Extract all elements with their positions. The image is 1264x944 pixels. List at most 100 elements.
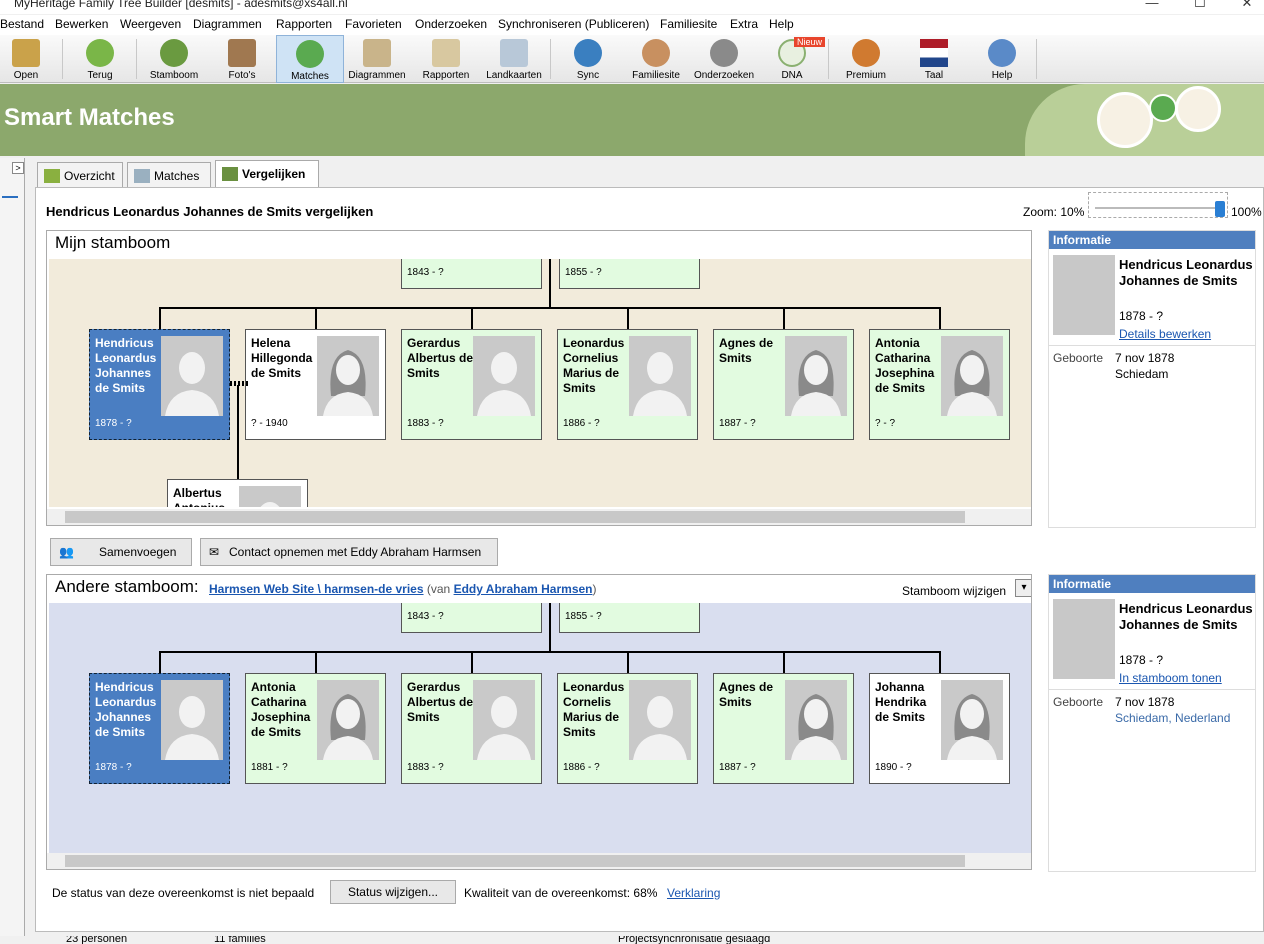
- menu-help[interactable]: Help: [769, 17, 794, 31]
- my-tree-canvas[interactable]: 1843 - ? 1855 - ? Hendricus Leonardus Joha…: [49, 259, 1031, 507]
- show-in-tree-link[interactable]: In stamboom tonen: [1119, 671, 1222, 685]
- menu-extra[interactable]: Extra: [730, 17, 758, 31]
- person-dates: ? - ?: [875, 418, 896, 429]
- person-card[interactable]: Antonia Catharina Josephina de Smits 1881…: [245, 673, 386, 784]
- menu-synchroniseren[interactable]: Synchroniseren (Publiceren): [498, 17, 649, 31]
- menu-weergeven[interactable]: Weergeven: [120, 17, 181, 31]
- menu-bestand[interactable]: Bestand: [0, 17, 44, 31]
- photos-button[interactable]: Foto's: [210, 35, 274, 83]
- parent-dates: 1843 - ?: [407, 611, 444, 622]
- matches-button[interactable]: Matches: [276, 35, 344, 83]
- premium-button[interactable]: Premium: [836, 35, 896, 83]
- change-status-button[interactable]: Status wijzigen...: [330, 880, 456, 904]
- sync-icon: [1149, 94, 1177, 122]
- tab-matches[interactable]: Matches: [127, 162, 211, 188]
- parent-card[interactable]: 1843 - ?: [401, 259, 542, 289]
- diagrams-button[interactable]: Diagrammen: [345, 35, 409, 83]
- matches-icon: [296, 40, 324, 68]
- child-card[interactable]: Albertus Antonius: [167, 479, 308, 507]
- reports-button[interactable]: Rapporten: [414, 35, 478, 83]
- connector-line: [783, 307, 785, 329]
- close-button[interactable]: ✕: [1237, 0, 1257, 11]
- parent-card[interactable]: 1855 - ?: [559, 259, 700, 289]
- person-card[interactable]: Agnes de Smits 1887 - ?: [713, 673, 854, 784]
- sync-status: Projectsynchronisatie geslaagd: [618, 936, 771, 944]
- person-card[interactable]: Leonardus Cornelis Marius de Smits 1886 -…: [557, 673, 698, 784]
- person-silhouette-icon: [941, 680, 1003, 760]
- person-silhouette-icon: [629, 336, 691, 416]
- tab-overzicht[interactable]: Overzicht: [37, 162, 123, 188]
- zoom-max-label: 100%: [1231, 205, 1262, 219]
- tab-vergelijken[interactable]: Vergelijken: [215, 160, 319, 188]
- connector-line: [159, 307, 939, 309]
- other-tree-canvas[interactable]: 1843 - ? 1855 - ? Hendricus Leonardus Joha…: [49, 603, 1031, 853]
- person-dates: 1878 - ?: [95, 762, 132, 773]
- folder-icon: [12, 39, 40, 67]
- zoom-slider-thumb[interactable]: [1215, 201, 1225, 217]
- research-button[interactable]: Onderzoeken: [690, 35, 758, 83]
- menu-diagrammen[interactable]: Diagrammen: [193, 17, 262, 31]
- person-card[interactable]: Helena Hillegonda de Smits ? - 1940: [245, 329, 386, 440]
- person-name: Leonardus Cornelis Marius de Smits: [563, 680, 625, 739]
- menu-rapporten[interactable]: Rapporten: [276, 17, 332, 31]
- vertical-scrollbar[interactable]: [1031, 259, 1032, 509]
- maximize-button[interactable]: ☐: [1190, 0, 1210, 11]
- person-dates: 1883 - ?: [407, 418, 444, 429]
- explanation-link[interactable]: Verklaring: [667, 886, 720, 900]
- map-icon: [500, 39, 528, 67]
- person-name: Gerardus Albertus de Smits: [407, 680, 474, 724]
- familiesite-button[interactable]: Familiesite: [624, 35, 688, 83]
- menu-favorieten[interactable]: Favorieten: [345, 17, 402, 31]
- info-name: Hendricus Leonardus Johannes de Smits: [1119, 257, 1253, 288]
- other-tree-source: Harmsen Web Site \ harmsen-de vries (van…: [209, 582, 597, 596]
- sync-button[interactable]: Sync: [560, 35, 616, 83]
- menu-bewerken[interactable]: Bewerken: [55, 17, 108, 31]
- person-dates: 1883 - ?: [407, 762, 444, 773]
- maps-button[interactable]: Landkaarten: [482, 35, 546, 83]
- birth-date: 7 nov 1878: [1115, 351, 1175, 365]
- person-card[interactable]: Leonardus Cornelius Marius de Smits 1886 …: [557, 329, 698, 440]
- person-silhouette-icon: [161, 680, 223, 760]
- sync-icon: [574, 39, 602, 67]
- zoom-slider[interactable]: [1088, 192, 1228, 218]
- person-card[interactable]: Johanna Hendrika de Smits 1890 - ?: [869, 673, 1010, 784]
- expand-button[interactable]: >: [12, 162, 24, 174]
- stamboom-button[interactable]: Stamboom: [142, 35, 206, 83]
- chevron-down-icon[interactable]: ▾: [1015, 579, 1031, 597]
- person-card[interactable]: Antonia Catharina Josephina de Smits ? - …: [869, 329, 1010, 440]
- edit-details-link[interactable]: Details bewerken: [1119, 327, 1211, 341]
- person-card[interactable]: Gerardus Albertus de Smits 1883 - ?: [401, 329, 542, 440]
- help-button[interactable]: Help: [972, 35, 1032, 83]
- person-name: Johanna Hendrika de Smits: [875, 680, 927, 724]
- site-link[interactable]: Harmsen Web Site \ harmsen-de vries: [209, 582, 424, 596]
- connector-line: [315, 651, 317, 673]
- owner-link[interactable]: Eddy Abraham Harmsen: [454, 582, 593, 596]
- merge-button[interactable]: 👥 Samenvoegen: [50, 538, 192, 566]
- list-icon[interactable]: [2, 182, 18, 198]
- person-card[interactable]: Hendricus Leonardus Johannes de Smits 187…: [89, 673, 230, 784]
- minimize-button[interactable]: —: [1142, 0, 1162, 10]
- menu-bar: Bestand Bewerken Weergeven Diagrammen Ra…: [0, 15, 1264, 35]
- vertical-scrollbar[interactable]: [1031, 603, 1032, 853]
- menu-familiesite[interactable]: Familiesite: [660, 17, 717, 31]
- person-dates: 1886 - ?: [563, 762, 600, 773]
- person-card[interactable]: Agnes de Smits 1887 - ?: [713, 329, 854, 440]
- person-name: Hendricus Leonardus Johannes de Smits: [95, 336, 157, 395]
- parent-card[interactable]: 1855 - ?: [559, 603, 700, 633]
- person-silhouette-icon: [473, 336, 535, 416]
- horizontal-scrollbar[interactable]: [47, 509, 1031, 525]
- connector-line: [939, 307, 941, 329]
- person-name: Agnes de Smits: [719, 680, 774, 709]
- back-button[interactable]: Terug: [72, 35, 128, 83]
- my-tree-title: Mijn stamboom: [55, 233, 171, 252]
- info-dates: 1878 - ?: [1119, 309, 1164, 323]
- horizontal-scrollbar[interactable]: [47, 853, 1031, 869]
- person-card[interactable]: Gerardus Albertus de Smits 1883 - ?: [401, 673, 542, 784]
- person-card[interactable]: Hendricus Leonardus Johannes de Smits 187…: [89, 329, 230, 440]
- open-button[interactable]: Open: [0, 35, 52, 83]
- language-button[interactable]: Taal: [904, 35, 964, 83]
- contact-button[interactable]: ✉ Contact opnemen met Eddy Abraham Harmse…: [200, 538, 498, 566]
- menu-onderzoeken[interactable]: Onderzoeken: [415, 17, 487, 31]
- parent-card[interactable]: 1843 - ?: [401, 603, 542, 633]
- dna-button[interactable]: DNA Nieuw: [762, 35, 826, 83]
